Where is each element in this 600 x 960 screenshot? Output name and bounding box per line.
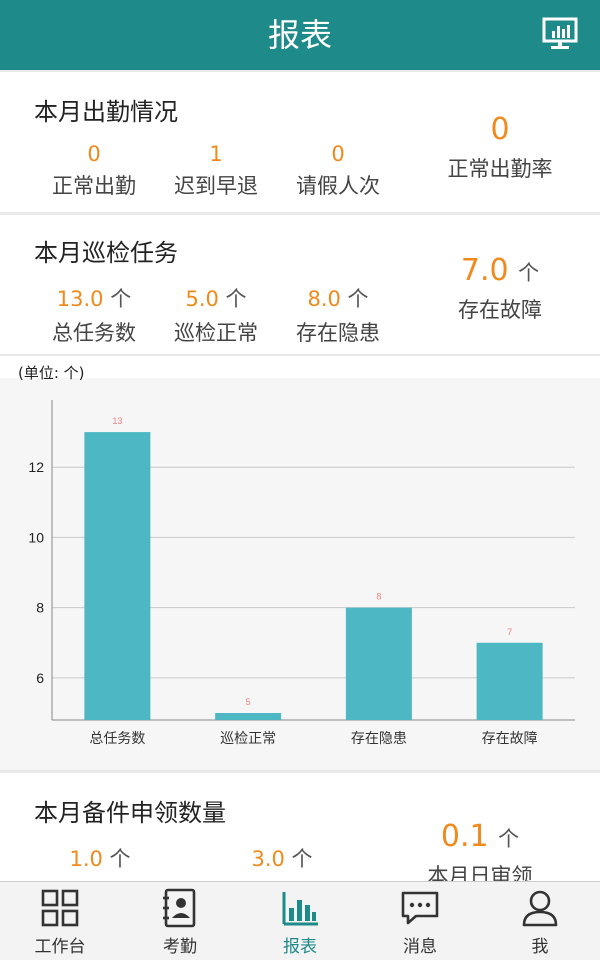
tab-workbench[interactable]: 工作台	[0, 882, 120, 960]
spare-parts-card[interactable]: 本月备件申领数量 1.0 个 3.0 个 0.1 个 本月日审领	[0, 773, 600, 881]
inspection-stat-total: 13.0 个 总任务数	[34, 283, 154, 347]
attendance-rate: 0 正常出勤率	[430, 112, 570, 183]
stat-value: 5.0 个	[185, 287, 247, 311]
stat-label: 迟到早退	[174, 174, 258, 198]
inspection-chart: (单位: 个) 6 8 10 12 13 总任务数 5 巡检正常 8 存在隐患 7 存在故障	[0, 356, 600, 770]
y-tick-label: 10	[28, 529, 44, 545]
spare-parts-title: 本月备件申领数量	[34, 799, 226, 827]
spare-stat-2: 3.0 个	[222, 843, 342, 873]
attendance-book-icon	[163, 888, 196, 928]
attendance-stat-leave: 0 请假人次	[278, 142, 398, 200]
stat-label: 请假人次	[296, 174, 380, 198]
inspection-card[interactable]: 本月巡检任务 13.0 个 总任务数 5.0 个 巡检正常 8.0 个 存在隐患…	[0, 215, 600, 354]
fault-value: 7.0 个	[460, 253, 540, 288]
x-tick-label: 巡检正常	[220, 731, 276, 747]
bar-value-label: 7	[507, 627, 512, 637]
message-bubble-icon	[401, 891, 439, 925]
stat-label: 正常出勤	[52, 174, 136, 198]
x-tick-label: 总任务数	[89, 731, 145, 747]
stat-value: 3.0 个	[251, 847, 313, 871]
stat-value: 0	[87, 142, 101, 166]
page-title: 报表	[267, 16, 332, 54]
tab-attendance[interactable]: 考勤	[120, 882, 240, 960]
tab-label: 消息	[403, 937, 437, 957]
tab-label: 我	[531, 937, 549, 957]
stat-label: 存在隐患	[296, 321, 380, 345]
tab-label: 考勤	[163, 937, 197, 957]
inspection-stat-hazard: 8.0 个 存在隐患	[278, 283, 398, 347]
bar	[84, 432, 151, 720]
inspection-stat-normal: 5.0 个 巡检正常	[156, 283, 276, 347]
rate-value: 0	[490, 112, 510, 147]
tab-messages[interactable]: 消息	[360, 882, 480, 960]
rate-label: 正常出勤率	[447, 157, 553, 181]
tab-me[interactable]: 我	[480, 882, 600, 960]
bar	[345, 607, 412, 720]
fault-label: 存在故障	[458, 298, 542, 322]
spare-stat-1: 1.0 个	[40, 843, 160, 873]
attendance-title: 本月出勤情况	[34, 98, 178, 126]
spare-big-stat: 0.1 个 本月日审领	[420, 819, 540, 881]
stat-label: 总任务数	[52, 321, 136, 345]
stat-value: 1.0 个	[69, 847, 131, 871]
stat-label: 巡检正常	[174, 321, 258, 345]
x-tick-label: 存在故障	[482, 731, 538, 747]
attendance-stat-late: 1 迟到早退	[156, 142, 276, 200]
stat-value: 8.0 个	[307, 287, 369, 311]
bar	[476, 642, 543, 720]
big-label: 本月日审领	[427, 864, 533, 881]
stat-value: 0	[331, 142, 345, 166]
bar-value-label: 5	[246, 697, 251, 707]
attendance-stat-normal: 0 正常出勤	[34, 142, 154, 200]
tab-report[interactable]: 报表	[240, 882, 360, 960]
bar-value-label: 8	[376, 592, 381, 602]
stat-value: 13.0 个	[56, 287, 132, 311]
monitor-chart-icon[interactable]	[542, 17, 578, 51]
bottom-tab-bar: 工作台 考勤 报表 消息 我	[0, 881, 600, 960]
y-tick-label: 12	[28, 459, 44, 475]
profile-person-icon	[522, 890, 558, 927]
inspection-fault: 7.0 个 存在故障	[430, 253, 570, 324]
attendance-card[interactable]: 本月出勤情况 0 正常出勤 1 迟到早退 0 请假人次 0 正常出勤率	[0, 72, 600, 212]
bar-chart: 6 8 10 12 13 总任务数 5 巡检正常 8 存在隐患 7 存在故障	[28, 400, 575, 747]
header-bar: 报表	[0, 0, 600, 70]
y-tick-label: 8	[36, 600, 44, 616]
tab-label: 工作台	[34, 937, 86, 957]
x-tick-label: 存在隐患	[351, 731, 407, 747]
bar-value-label: 13	[112, 416, 122, 426]
y-tick-label: 6	[36, 670, 44, 686]
inspection-title: 本月巡检任务	[34, 239, 178, 267]
tab-label: 报表	[283, 937, 317, 957]
big-value: 0.1 个	[440, 819, 520, 854]
bar	[215, 712, 282, 720]
report-chart-icon	[282, 892, 318, 926]
stat-value: 1	[209, 142, 223, 166]
workbench-grid-icon	[41, 889, 79, 927]
